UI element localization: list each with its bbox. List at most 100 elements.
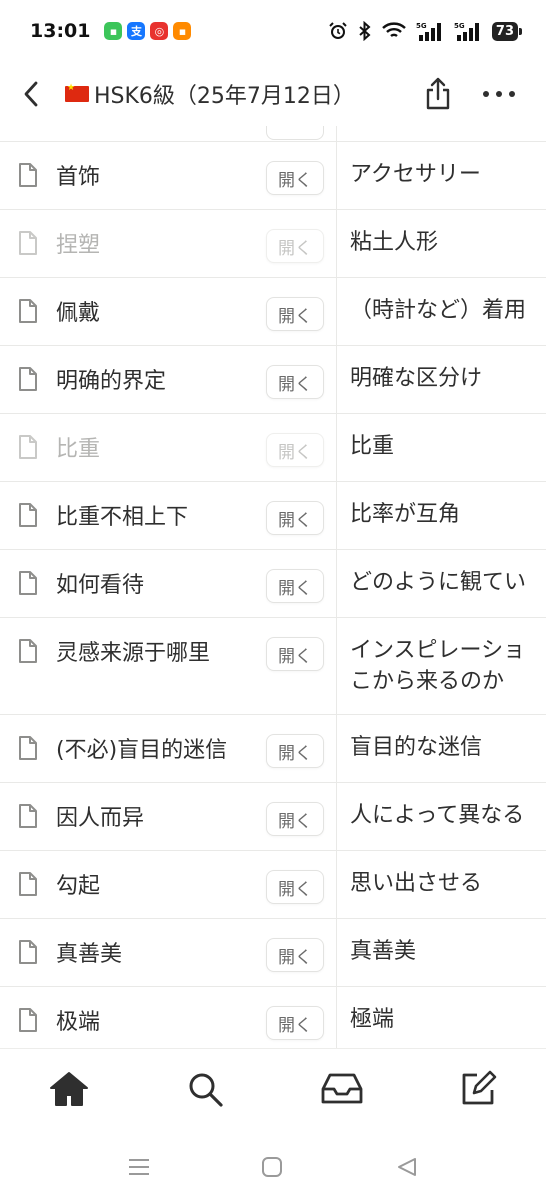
bottom-navigation: [0, 1048, 546, 1130]
table-row[interactable]: 首饰 開く アクセサリー: [0, 142, 546, 210]
open-button[interactable]: 開く: [266, 365, 324, 399]
open-button[interactable]: 開く: [266, 734, 324, 768]
database-table[interactable]: 首饰 開く アクセサリー 捏塑 開く 粘土人形 佩戴 開く （時計など）着用 明确的界定 開く 明確な…: [0, 126, 546, 1048]
back-button[interactable]: [14, 74, 48, 114]
clipped-row: [0, 126, 546, 142]
share-button[interactable]: [420, 74, 456, 114]
page-title: HSK6級（25年7月12日）: [94, 84, 355, 109]
document-icon: [19, 163, 37, 187]
meaning-cell[interactable]: 思い出させる: [350, 868, 546, 899]
meaning-cell[interactable]: どのように観てい: [350, 567, 546, 598]
table-row[interactable]: 捏塑 開く 粘土人形: [0, 210, 546, 278]
open-button[interactable]: 開く: [266, 569, 324, 603]
term-cell[interactable]: 极端: [56, 1004, 100, 1036]
meaning-cell[interactable]: 真善美: [350, 936, 546, 967]
orange-app-icon: ▪: [173, 22, 192, 40]
table-row[interactable]: 比重不相上下 開く 比率が互角: [0, 482, 546, 550]
meaning-cell[interactable]: 極端: [350, 1004, 546, 1035]
document-icon: [19, 435, 37, 459]
table-row[interactable]: 真善美 開く 真善美: [0, 919, 546, 987]
recent-apps-button[interactable]: [124, 1152, 154, 1182]
home-button[interactable]: [47, 1067, 91, 1111]
document-icon: [19, 1008, 37, 1032]
table-row[interactable]: 因人而异 開く 人によって異なる: [0, 783, 546, 851]
open-button[interactable]: 開く: [266, 297, 324, 331]
open-button[interactable]: 開く: [266, 802, 324, 836]
open-button[interactable]: 開く: [266, 161, 324, 195]
clipped-open-button[interactable]: [266, 126, 324, 140]
search-icon: [189, 1073, 223, 1107]
meaning-cell[interactable]: 盲目的な迷信: [350, 732, 546, 763]
table-row[interactable]: 灵感来源于哪里 開く インスピレーショ こから来るのか: [0, 618, 546, 715]
term-cell[interactable]: 因人而异: [56, 800, 144, 832]
compose-icon: [462, 1070, 497, 1105]
term-cell[interactable]: 比重: [56, 431, 100, 463]
meaning-cell[interactable]: 粘土人形: [350, 227, 546, 258]
term-cell[interactable]: 灵感来源于哪里: [56, 635, 210, 667]
meaning-cell[interactable]: インスピレーショ こから来るのか: [350, 635, 546, 697]
meaning-cell[interactable]: （時計など）着用: [350, 295, 546, 326]
document-icon: [19, 503, 37, 527]
meaning-cell[interactable]: 比重: [350, 431, 546, 462]
table-row[interactable]: 勾起 開く 思い出させる: [0, 851, 546, 919]
document-icon: [19, 804, 37, 828]
meaning-cell[interactable]: アクセサリー: [350, 159, 546, 190]
meaning-cell[interactable]: 明確な区分け: [350, 363, 546, 394]
search-button[interactable]: [183, 1067, 227, 1111]
status-time: 13:01: [30, 20, 91, 42]
alipay-app-icon: 支: [127, 22, 146, 40]
cellular-signal-icon-1: 5G: [416, 21, 444, 41]
term-cell[interactable]: 佩戴: [56, 295, 100, 327]
table-row[interactable]: 明确的界定 開く 明確な区分け: [0, 346, 546, 414]
home-icon: [50, 1072, 88, 1106]
system-home-button[interactable]: [257, 1152, 287, 1182]
cellular-signal-icon-2: 5G: [454, 21, 482, 41]
term-cell[interactable]: 明确的界定: [56, 363, 166, 395]
open-button[interactable]: 開く: [266, 433, 324, 467]
table-row[interactable]: 比重 開く 比重: [0, 414, 546, 482]
open-button[interactable]: 開く: [266, 938, 324, 972]
meaning-cell[interactable]: 比率が互角: [350, 499, 546, 530]
table-row[interactable]: 极端 開く 極端: [0, 987, 546, 1048]
table-row[interactable]: 佩戴 開く （時計など）着用: [0, 278, 546, 346]
more-options-button[interactable]: [478, 74, 520, 114]
system-navigation: [0, 1130, 546, 1200]
document-icon: [19, 231, 37, 255]
open-button[interactable]: 開く: [266, 1006, 324, 1040]
term-cell[interactable]: 真善美: [56, 936, 122, 968]
meaning-cell[interactable]: 人によって異なる: [350, 800, 546, 831]
inbox-button[interactable]: [320, 1067, 364, 1111]
document-icon: [19, 299, 37, 323]
recent-apps-icon: [129, 1159, 149, 1175]
more-horizontal-icon: [483, 91, 515, 97]
table-row[interactable]: (不必)盲目的迷信 開く 盲目的な迷信: [0, 715, 546, 783]
table-row[interactable]: 如何看待 開く どのように観てい: [0, 550, 546, 618]
open-button[interactable]: 開く: [266, 501, 324, 535]
system-back-button[interactable]: [392, 1152, 422, 1182]
document-icon: [19, 367, 37, 391]
open-button[interactable]: 開く: [266, 870, 324, 904]
notification-icons: ▪ 支 ◎ ▪: [104, 22, 192, 40]
alarm-icon: [328, 21, 348, 41]
bluetooth-icon: [358, 21, 372, 41]
term-cell[interactable]: 如何看待: [56, 567, 144, 599]
network-label-1: 5G: [416, 22, 427, 30]
open-button[interactable]: 開く: [266, 229, 324, 263]
term-cell[interactable]: 首饰: [56, 159, 100, 191]
term-cell[interactable]: 比重不相上下: [56, 499, 188, 531]
document-icon: [19, 736, 37, 760]
open-button[interactable]: 開く: [266, 637, 324, 671]
page-header: HSK6級（25年7月12日）: [0, 62, 546, 126]
inbox-icon: [321, 1073, 363, 1104]
share-icon: [426, 77, 450, 110]
messages-app-icon: ▪: [104, 22, 123, 40]
term-cell[interactable]: (不必)盲目的迷信: [56, 732, 227, 764]
status-bar: 13:01 ▪ 支 ◎ ▪ 5G 5G 73: [0, 0, 546, 62]
document-icon: [19, 872, 37, 896]
term-cell[interactable]: 勾起: [56, 868, 100, 900]
chevron-left-icon: [24, 81, 38, 107]
wifi-icon: [382, 22, 406, 40]
term-cell[interactable]: 捏塑: [56, 227, 100, 259]
title-area[interactable]: HSK6級（25年7月12日）: [65, 76, 355, 112]
compose-button[interactable]: [456, 1067, 500, 1111]
